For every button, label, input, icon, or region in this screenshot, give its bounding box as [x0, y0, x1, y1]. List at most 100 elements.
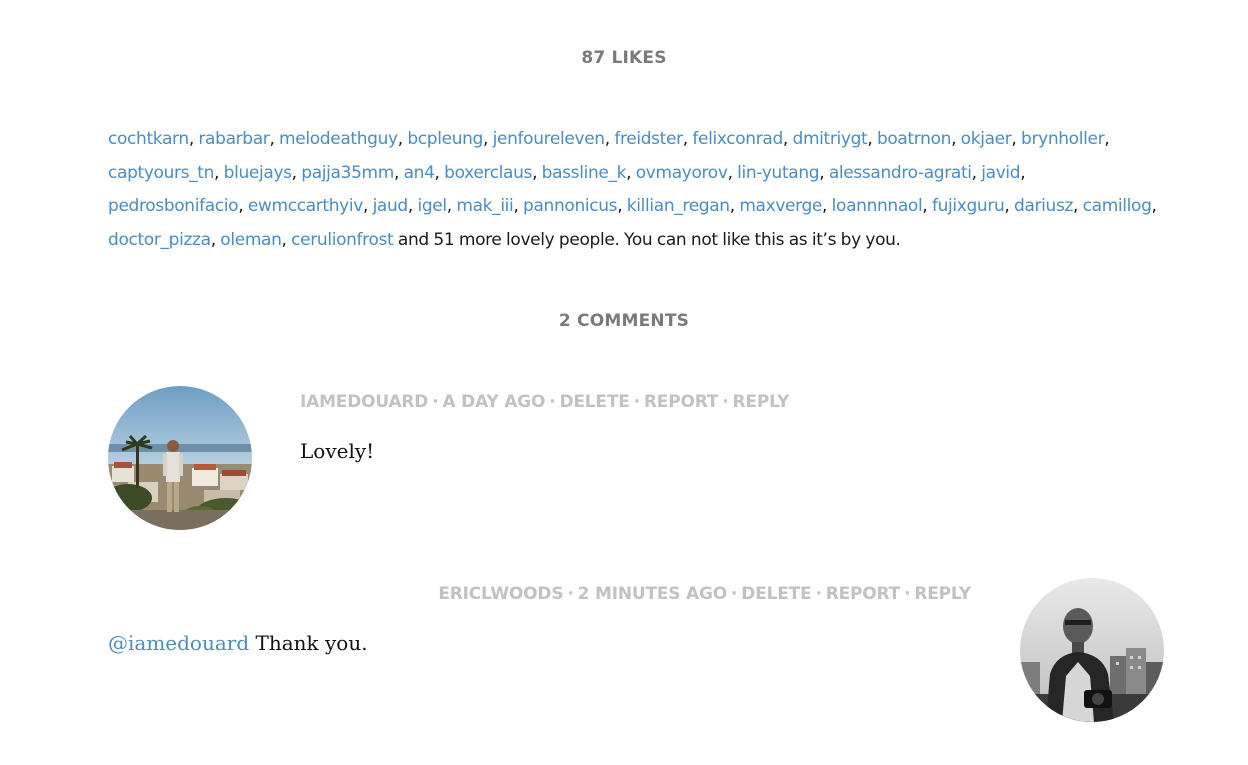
- liker-link[interactable]: loannnnaol: [832, 196, 923, 216]
- liker-separator: ,: [362, 196, 373, 217]
- likers-list: cochtkarn, rabarbar, melodeathguy, bcple…: [108, 123, 1158, 258]
- liker-link[interactable]: boatrnon: [877, 129, 951, 149]
- liker-link[interactable]: boxerclaus: [444, 163, 532, 183]
- report-link[interactable]: REPORT: [826, 584, 901, 604]
- liker-separator: ,: [397, 129, 408, 149]
- liker-separator: ,: [626, 162, 636, 183]
- liker-separator: ,: [281, 230, 292, 251]
- avatar-iamedouard[interactable]: [108, 386, 252, 530]
- comment-timestamp[interactable]: A DAY AGO: [442, 392, 545, 412]
- liker-link[interactable]: pedrosbonifacio: [108, 196, 239, 216]
- liker-separator: ,: [971, 162, 982, 183]
- delete-link[interactable]: DELETE: [741, 584, 811, 604]
- liker-separator: ,: [819, 162, 829, 183]
- separator-dot: ·: [722, 392, 729, 412]
- mention-link[interactable]: @iamedouard: [108, 631, 249, 655]
- liker-link[interactable]: doctor_pizza: [108, 230, 211, 250]
- reply-link[interactable]: REPLY: [914, 584, 971, 604]
- liker-separator: ,: [532, 162, 542, 183]
- liker-separator: ,: [1004, 196, 1015, 217]
- liker-separator: ,: [1104, 129, 1110, 149]
- liker-separator: ,: [483, 129, 493, 149]
- report-link[interactable]: REPORT: [644, 392, 719, 412]
- liker-link[interactable]: rabarbar: [198, 129, 269, 149]
- liker-link[interactable]: killian_regan: [627, 196, 730, 216]
- liker-link[interactable]: jenfoureleven: [493, 129, 605, 149]
- liker-link[interactable]: bcpleung: [407, 129, 483, 149]
- liker-link[interactable]: brynholler: [1021, 129, 1105, 149]
- liker-link[interactable]: bluejays: [224, 163, 292, 183]
- comments-count-heading: 2 COMMENTS: [558, 311, 690, 331]
- liker-separator: ,: [513, 196, 524, 217]
- liker-separator: ,: [729, 196, 740, 217]
- liker-separator: ,: [1020, 162, 1026, 183]
- liker-link[interactable]: fujixguru: [932, 196, 1005, 216]
- liker-link[interactable]: camillog: [1083, 196, 1152, 216]
- liker-separator: ,: [188, 129, 199, 149]
- liker-link[interactable]: igel: [417, 196, 447, 216]
- liker-link[interactable]: felixconrad: [692, 129, 783, 149]
- liker-link[interactable]: an4: [404, 163, 435, 183]
- separator-dot: ·: [567, 584, 574, 604]
- liker-link[interactable]: ovmayorov: [636, 163, 728, 183]
- likes-count-heading: 87 LIKES: [581, 48, 667, 68]
- liker-separator: ,: [434, 162, 445, 183]
- liker-separator: ,: [1073, 196, 1083, 217]
- liker-separator: ,: [210, 230, 221, 251]
- liker-separator: ,: [604, 129, 615, 149]
- liker-link[interactable]: maxverge: [739, 196, 822, 216]
- comment-body-1: Lovely!: [300, 439, 375, 463]
- liker-separator: ,: [951, 129, 961, 149]
- comment-body-2: @iamedouard Thank you.: [108, 631, 368, 655]
- liker-link[interactable]: captyours_tn: [108, 163, 214, 183]
- separator-dot: ·: [633, 392, 640, 412]
- liker-separator: ,: [1151, 196, 1157, 217]
- separator-dot: ·: [432, 392, 439, 412]
- liker-separator: ,: [214, 162, 224, 183]
- liker-link[interactable]: jaud: [373, 196, 409, 216]
- comment-text: Thank you.: [249, 631, 368, 655]
- avatar-ericlwoods[interactable]: [1020, 578, 1164, 722]
- liker-separator: ,: [782, 129, 793, 149]
- liker-link[interactable]: ewmccarthyiv: [248, 196, 363, 216]
- comment-meta-1: IAMEDOUARD · A DAY AGO · DELETE · REPORT · REPLY: [300, 392, 789, 412]
- liker-link[interactable]: lin-yutang: [737, 163, 819, 183]
- liker-link[interactable]: oleman: [220, 230, 282, 250]
- liker-separator: ,: [291, 162, 302, 183]
- separator-dot: ·: [815, 584, 822, 604]
- liker-separator: ,: [269, 129, 280, 149]
- liker-link[interactable]: okjaer: [961, 129, 1012, 149]
- liker-separator: ,: [682, 129, 693, 149]
- liker-separator: ,: [727, 162, 738, 183]
- liker-separator: ,: [238, 196, 248, 217]
- comment-timestamp[interactable]: 2 MINUTES AGO: [578, 584, 728, 604]
- liker-link[interactable]: cerulionfrost: [291, 230, 394, 250]
- liker-link[interactable]: pannonicus: [523, 196, 617, 216]
- comment-meta-2: ERICLWOODS · 2 MINUTES AGO · DELETE · REPORT · R…: [438, 584, 971, 604]
- liker-separator: ,: [822, 196, 832, 217]
- liker-link[interactable]: freidster: [614, 129, 683, 149]
- delete-link[interactable]: DELETE: [559, 392, 629, 412]
- reply-link[interactable]: REPLY: [733, 392, 790, 412]
- liker-link[interactable]: dmitriygt: [793, 129, 868, 149]
- likes-more-text: and 51 more lovely people. You can not l…: [393, 230, 901, 251]
- liker-link[interactable]: bassline_k: [542, 163, 627, 183]
- liker-separator: ,: [922, 196, 932, 217]
- separator-dot: ·: [731, 584, 738, 604]
- liker-separator: ,: [617, 196, 627, 217]
- liker-separator: ,: [867, 129, 877, 149]
- separator-dot: ·: [549, 392, 556, 412]
- comment-author-link[interactable]: IAMEDOUARD: [300, 392, 428, 412]
- liker-link[interactable]: cochtkarn: [108, 129, 189, 149]
- liker-separator: ,: [393, 162, 404, 183]
- liker-link[interactable]: pajja35mm: [301, 163, 394, 183]
- separator-dot: ·: [904, 584, 911, 604]
- liker-link[interactable]: dariusz: [1014, 196, 1073, 216]
- liker-link[interactable]: javid: [981, 163, 1020, 183]
- liker-link[interactable]: melodeathguy: [279, 129, 398, 149]
- liker-separator: ,: [1011, 129, 1022, 149]
- comment-author-link[interactable]: ERICLWOODS: [438, 584, 563, 604]
- liker-link[interactable]: mak_iii: [456, 196, 513, 216]
- liker-link[interactable]: alessandro-agrati: [829, 163, 972, 183]
- liker-separator: ,: [446, 196, 457, 217]
